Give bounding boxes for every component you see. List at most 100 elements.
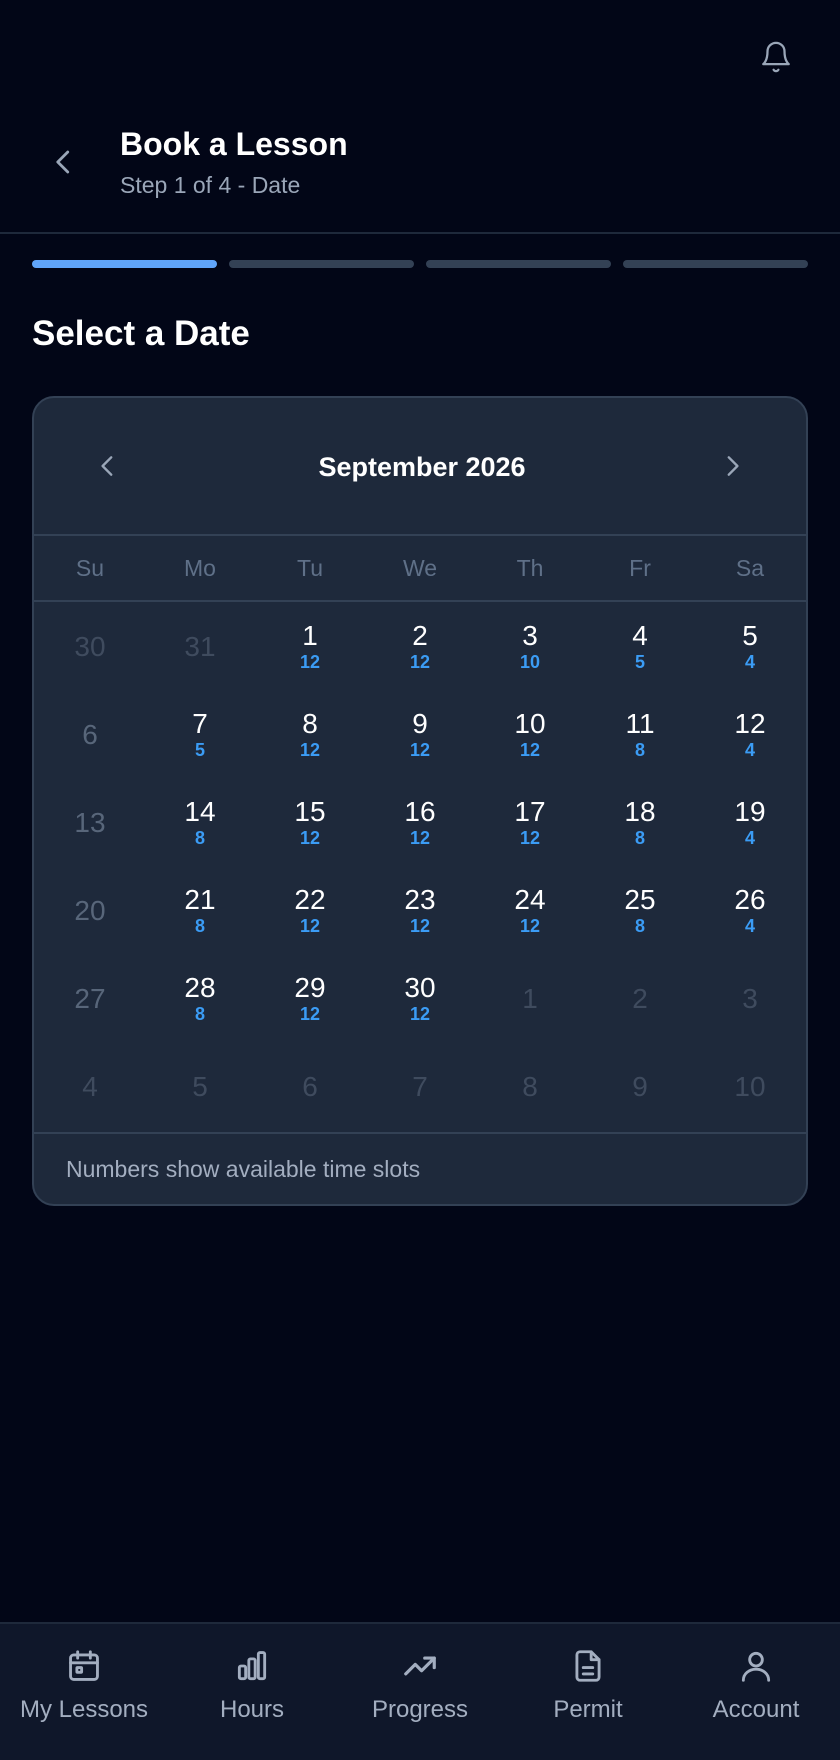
day-cell[interactable]: 17 12	[475, 778, 585, 866]
day-number: 19	[734, 796, 766, 828]
day-cell[interactable]: 8 12	[255, 690, 365, 778]
day-number: 6	[302, 1071, 318, 1103]
day-cell[interactable]: 2 12	[365, 602, 475, 690]
weekday-label: Mo	[184, 554, 216, 581]
bell-icon[interactable]	[757, 38, 795, 76]
day-cell: 8	[475, 1042, 585, 1130]
day-cell[interactable]: 22 12	[255, 866, 365, 954]
day-number: 8	[522, 1071, 538, 1103]
day-grid: 30 31 1 12 2 12 3 10 4 5 5 4 6 7 5 8 12 9 12 10 12 11 8 12 4 13 14…	[34, 602, 806, 1130]
day-number: 4	[82, 1071, 98, 1103]
nav-label: Permit	[553, 1696, 623, 1723]
step-progress	[32, 260, 808, 268]
nav-item-account[interactable]: Account	[672, 1624, 840, 1760]
next-month-button[interactable]	[710, 444, 754, 488]
slot-count: 4	[744, 827, 755, 848]
day-cell[interactable]: 25 8	[585, 866, 695, 954]
day-cell[interactable]: 29 12	[255, 954, 365, 1042]
day-cell[interactable]: 18 8	[585, 778, 695, 866]
calendar-icon	[64, 1646, 104, 1686]
slot-count: 8	[634, 827, 645, 848]
slot-count: 8	[194, 827, 205, 848]
day-number: 7	[412, 1071, 428, 1103]
day-number: 1	[522, 983, 538, 1015]
day-cell[interactable]: 3 10	[475, 602, 585, 690]
day-number: 30	[74, 631, 106, 663]
slot-count: 12	[519, 827, 541, 848]
day-cell[interactable]: 16 12	[365, 778, 475, 866]
day-cell: 4	[35, 1042, 145, 1130]
chevron-right-icon	[727, 456, 739, 476]
day-number: 3	[742, 983, 758, 1015]
day-number: 14	[184, 796, 216, 828]
footer-note: Numbers show available time slots	[66, 1156, 421, 1182]
day-cell: 27	[35, 954, 145, 1042]
day-cell[interactable]: 21 8	[145, 866, 255, 954]
day-cell[interactable]: 30 12	[365, 954, 475, 1042]
day-number: 20	[74, 895, 106, 927]
nav-label: My Lessons	[19, 1696, 149, 1723]
day-cell[interactable]: 45	[585, 602, 695, 690]
step-segment-4	[623, 260, 808, 268]
day-number: 29	[294, 972, 326, 1004]
day-number: 12	[734, 708, 766, 740]
day-cell: 31	[145, 602, 255, 690]
step-segment-1	[32, 260, 217, 268]
day-cell: 2	[585, 954, 695, 1042]
day-cell[interactable]: 12 4	[695, 690, 805, 778]
day-cell[interactable]: 23 12	[365, 866, 475, 954]
header: Book a Lesson Step 1 of 4 - Date	[0, 0, 840, 234]
slot-count: 4	[744, 651, 755, 672]
slot-count: 5	[634, 651, 645, 672]
nav-item-progress[interactable]: Progress	[336, 1624, 504, 1760]
day-number: 21	[184, 884, 216, 916]
slot-count: 12	[299, 739, 321, 760]
day-number: 6	[82, 719, 98, 751]
back-button[interactable]	[44, 140, 84, 184]
section-title: Select a Date	[32, 314, 250, 353]
nav-item-permit[interactable]: Permit	[504, 1624, 672, 1760]
day-cell[interactable]: 10 12	[475, 690, 585, 778]
day-number: 5	[742, 620, 758, 652]
book-lesson-screen: Book a Lesson Step 1 of 4 - Date Select …	[0, 0, 840, 1760]
day-number: 9	[412, 708, 428, 740]
day-cell: 5	[145, 1042, 255, 1130]
day-cell[interactable]: 9 12	[365, 690, 475, 778]
slot-count: 8	[194, 915, 205, 936]
nav-item-hours[interactable]: Hours	[168, 1624, 336, 1760]
day-number: 23	[404, 884, 436, 916]
day-cell[interactable]: 1 12	[255, 602, 365, 690]
day-cell[interactable]: 28 8	[145, 954, 255, 1042]
slot-count: 12	[299, 915, 321, 936]
calendar-card: September 2026 Su Mo Tu We Th Fr Sa 30 31 1 12 2 12…	[32, 396, 808, 1206]
day-cell: 3	[695, 954, 805, 1042]
day-cell[interactable]: 15 12	[255, 778, 365, 866]
slot-count: 8	[634, 915, 645, 936]
day-cell[interactable]: 24 12	[475, 866, 585, 954]
slot-count: 4	[744, 915, 755, 936]
day-cell[interactable]: 54	[695, 602, 805, 690]
weekday-label: Th	[516, 554, 544, 581]
day-cell: 9	[585, 1042, 695, 1130]
day-cell: 30	[35, 602, 145, 690]
day-cell[interactable]: 26 4	[695, 866, 805, 954]
slot-count: 12	[519, 739, 541, 760]
weekday-label: We	[402, 554, 438, 581]
day-number: 15	[294, 796, 326, 828]
user-icon	[736, 1646, 776, 1686]
day-cell[interactable]: 19 4	[695, 778, 805, 866]
day-number: 22	[294, 884, 326, 916]
day-number: 8	[302, 708, 318, 740]
nav-label: Hours	[219, 1696, 285, 1723]
nav-item-my-lessons[interactable]: My Lessons	[0, 1624, 168, 1760]
slot-count: 12	[299, 651, 321, 672]
day-cell[interactable]: 11 8	[585, 690, 695, 778]
calendar-header: September 2026	[34, 398, 806, 536]
day-number: 24	[514, 884, 546, 916]
day-cell[interactable]: 14 8	[145, 778, 255, 866]
day-cell[interactable]: 75	[145, 690, 255, 778]
slot-count: 12	[299, 1003, 321, 1024]
slot-count: 12	[299, 827, 321, 848]
chevron-left-icon	[56, 150, 70, 174]
day-cell: 6	[35, 690, 145, 778]
